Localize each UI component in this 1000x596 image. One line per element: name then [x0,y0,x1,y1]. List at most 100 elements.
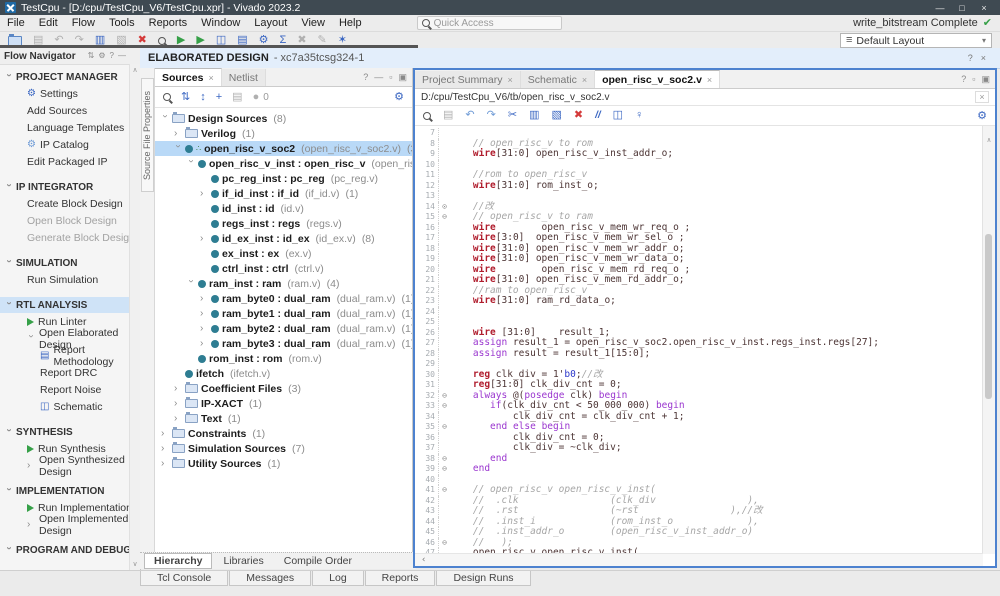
tab-project-summary[interactable]: Project Summary× [415,71,521,88]
tree-item-ctrl-inst-ctrl[interactable]: ctrl_inst : ctrl(ctrl.v) [155,261,412,276]
tree-item-coefficient-files[interactable]: ›Coefficient Files(3) [155,381,412,396]
menu-edit[interactable]: Edit [32,17,65,29]
source-file-properties-tab[interactable]: Source File Properties [141,78,154,192]
vertical-scrollbar[interactable]: ∧ [982,126,995,554]
close-elaborated-icon[interactable]: × [981,53,986,63]
tree-item-simulation-sources[interactable]: ›Simulation Sources(7) [155,441,412,456]
scroll-up-icon[interactable]: ∧ [983,126,995,144]
maximize-icon[interactable]: □ [951,3,973,13]
bulb-tool-icon[interactable]: ♀ [635,110,643,121]
collapse-icon[interactable]: ⇅ [88,52,95,60]
flow-item-add-sources[interactable]: Add Sources [0,102,140,119]
redo-icon[interactable]: ↷ [487,110,496,121]
columns-icon[interactable]: ◫ [613,110,623,121]
flow-navigator-scrollbar[interactable]: ∧ ∨ [129,64,140,570]
menu-view[interactable]: View [294,17,332,29]
quick-access-input[interactable]: Quick Access [417,16,562,30]
menu-flow[interactable]: Flow [65,17,102,29]
flow-item-edit-packaged-ip[interactable]: Edit Packaged IP [0,153,140,170]
tree-item-ram-byte2-dual-ram[interactable]: ›ram_byte2 : dual_ram(dual_ram.v)(1) [155,321,412,336]
tab-hierarchy[interactable]: Hierarchy [144,553,212,569]
collapse-icon[interactable]: ⇅ [181,92,190,103]
cut-icon[interactable]: ✂ [508,110,517,121]
menu-help[interactable]: Help [332,17,369,29]
tree-item-rom-inst-rom[interactable]: rom_inst : rom(rom.v) [155,351,412,366]
minimize-icon[interactable]: — [929,3,951,13]
copy-icon[interactable]: ▥ [529,110,539,121]
delete-icon[interactable]: ✖ [574,110,583,121]
tree-item-utility-sources[interactable]: ›Utility Sources(1) [155,456,412,471]
tab-netlist[interactable]: Netlist [222,69,266,86]
tab-messages[interactable]: Messages [229,571,311,586]
dot-icon[interactable]: ● [253,92,260,103]
flow-item-settings[interactable]: ⚙Settings [0,85,140,102]
flow-section-header-ip-integrator[interactable]: ›IP INTEGRATOR [0,179,140,195]
tree-item-ip-xact[interactable]: ›IP-XACT(1) [155,396,412,411]
flow-section-header-simulation[interactable]: ›SIMULATION [0,255,140,271]
gear-icon[interactable]: ⚙ [977,111,987,122]
code-area[interactable]: 78 // open_risc_v to rom9 wire[31:0] ope… [415,126,995,566]
search-icon[interactable] [163,93,171,101]
close-tab-icon[interactable]: × [707,75,712,85]
scroll-down-icon[interactable]: ∨ [132,560,137,568]
tree-item-id-ex-inst-id-ex[interactable]: ›id_ex_inst : id_ex(id_ex.v)(8) [155,231,412,246]
tab-tcl-console[interactable]: Tcl Console [140,571,228,586]
flow-item-report-methodology[interactable]: ▤Report Methodology [0,347,140,364]
float-icon[interactable]: ▫ [389,72,392,83]
flow-item-open-implemented-design[interactable]: ›Open Implemented Design [0,516,140,533]
flow-item-ip-catalog[interactable]: ⚙IP Catalog [0,136,140,153]
flow-section-header-rtl-analysis[interactable]: ›RTL ANALYSIS [0,297,140,313]
tree-item-verilog[interactable]: ›Verilog(1) [155,126,412,141]
tree-item-ram-byte1-dual-ram[interactable]: ›ram_byte1 : dual_ram(dual_ram.v)(1) [155,306,412,321]
flow-item-run-simulation[interactable]: Run Simulation [0,271,140,288]
tree-item-ifetch[interactable]: ifetch(ifetch.v) [155,366,412,381]
tree-item-id-inst-id[interactable]: id_inst : id(id.v) [155,201,412,216]
flow-section-header-implementation[interactable]: ›IMPLEMENTATION [0,483,140,499]
flow-section-header-synthesis[interactable]: ›SYNTHESIS [0,424,140,440]
open-folder-icon[interactable] [8,36,22,46]
tree-item-open-risc-v-soc2[interactable]: ›∴open_risc_v_soc2(open_risc_v_soc2.v)(3… [155,141,412,156]
sources-tree[interactable]: ›Design Sources(8)›Verilog(1)›∴open_risc… [155,108,412,552]
flow-item-create-block-design[interactable]: Create Block Design [0,195,140,212]
help-icon[interactable]: ? [961,74,966,85]
minimize-icon[interactable]: — [374,72,383,83]
menu-layout[interactable]: Layout [247,17,294,29]
tree-item-ram-byte0-dual-ram[interactable]: ›ram_byte0 : dual_ram(dual_ram.v)(1) [155,291,412,306]
dock-icon[interactable]: ▣ [981,74,990,85]
flow-section-header-project-manager[interactable]: ›PROJECT MANAGER [0,69,140,85]
tab-design-runs[interactable]: Design Runs [436,571,530,586]
tab-open-risc-v-soc2-v[interactable]: open_risc_v_soc2.v× [595,70,720,88]
float-icon[interactable]: ▫ [972,74,975,85]
menu-tools[interactable]: Tools [102,17,142,29]
tree-item-ram-byte3-dual-ram[interactable]: ›ram_byte3 : dual_ram(dual_ram.v)(1) [155,336,412,351]
doc-icon[interactable]: ▤ [232,92,242,103]
flow-section-header-program-and-debug[interactable]: ›PROGRAM AND DEBUG [0,542,140,558]
help-icon[interactable]: ? [363,72,368,83]
paste-icon[interactable]: ▧ [551,110,561,121]
close-icon[interactable]: × [973,3,995,13]
flow-item-language-templates[interactable]: Language Templates [0,119,140,136]
tree-item-open-risc-v-inst-open-risc-v[interactable]: ›open_risc_v_inst : open_risc_v(open_ris… [155,156,412,171]
tab-log[interactable]: Log [312,571,364,586]
dock-icon[interactable]: ▣ [398,72,407,83]
tab-sources[interactable]: Sources× [155,68,222,86]
help-icon[interactable]: ? [110,52,114,60]
gear-icon[interactable]: ⚙ [98,52,105,60]
tree-item-constraints[interactable]: ›Constraints(1) [155,426,412,441]
gear-icon[interactable]: ⚙ [394,92,404,103]
menu-file[interactable]: File [0,17,32,29]
tree-item-ex-inst-ex[interactable]: ex_inst : ex(ex.v) [155,246,412,261]
tree-item-ram-inst-ram[interactable]: ›ram_inst : ram(ram.v)(4) [155,276,412,291]
tab-libraries[interactable]: Libraries [214,554,272,568]
scroll-up-icon[interactable]: ∧ [132,66,137,74]
tree-item-regs-inst-regs[interactable]: regs_inst : regs(regs.v) [155,216,412,231]
save-icon[interactable]: ▤ [443,110,453,121]
comment-icon[interactable]: // [595,111,601,121]
close-tab-icon[interactable]: × [582,75,587,85]
tab-compile-order[interactable]: Compile Order [275,554,361,568]
close-tab-icon[interactable]: × [508,75,513,85]
flow-item-schematic[interactable]: ◫Schematic [0,398,140,415]
menu-reports[interactable]: Reports [142,17,195,29]
horizontal-scrollbar[interactable]: ‹ [415,553,983,566]
tree-item-design-sources[interactable]: ›Design Sources(8) [155,111,412,126]
